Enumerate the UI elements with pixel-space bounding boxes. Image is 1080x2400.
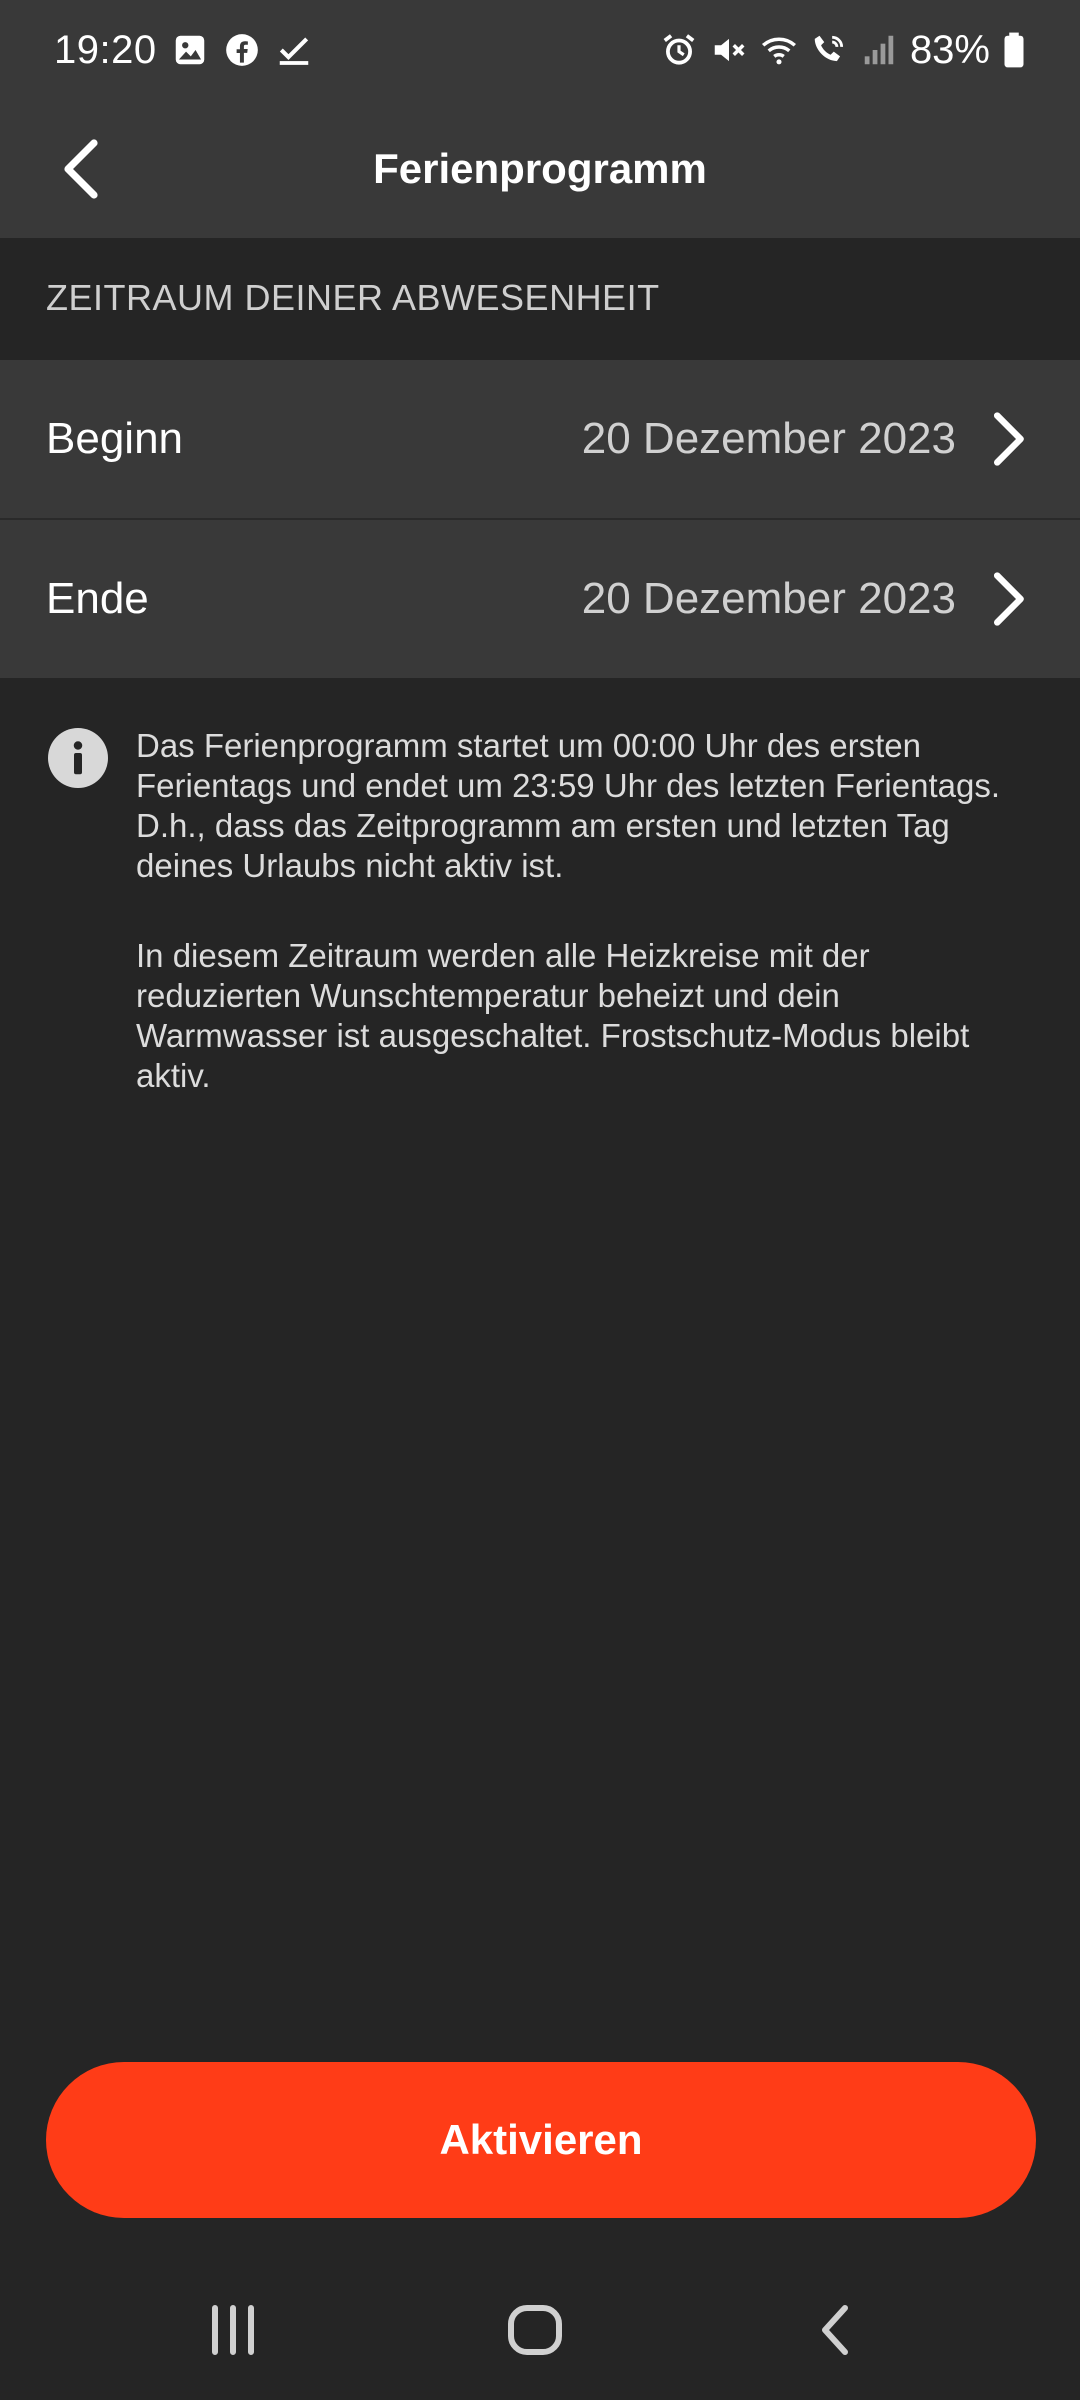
battery-percent: 83%	[909, 27, 990, 72]
app-bar: Ferienprogramm	[0, 100, 1080, 238]
back-button[interactable]	[40, 122, 120, 216]
status-left: 19:20	[54, 28, 313, 73]
status-bar: 19:20 83%	[0, 0, 1080, 100]
status-time: 19:20	[54, 27, 157, 72]
home-icon	[508, 2305, 562, 2355]
facebook-icon	[223, 31, 261, 69]
section-header: ZEITRAUM DEINER ABWESENHEIT	[0, 238, 1080, 358]
signal-icon	[860, 31, 898, 69]
system-back-button[interactable]	[792, 2300, 882, 2360]
alarm-icon	[660, 31, 698, 69]
activate-button[interactable]: Aktivieren	[46, 2062, 1036, 2218]
wifi-call-icon	[810, 31, 848, 69]
info-paragraph-2: In diesem Zeitraum werden alle Heizkreis…	[136, 937, 970, 1094]
page-title: Ferienprogramm	[373, 145, 707, 192]
chevron-right-icon	[990, 410, 1026, 468]
back-icon	[822, 2305, 848, 2355]
end-date-value: 20 Dezember 2023	[581, 574, 956, 623]
section-header-text: ZEITRAUM DEINER ABWESENHEIT	[46, 277, 660, 318]
wifi-icon	[760, 31, 798, 69]
begin-date-row[interactable]: Beginn 20 Dezember 2023	[0, 360, 1080, 518]
screen: 19:20 83% Ferienprogramm ZEITRAUM DEINER…	[0, 0, 1080, 2400]
end-label: Ende	[46, 574, 149, 623]
recent-apps-icon	[212, 2305, 254, 2355]
begin-label: Beginn	[46, 414, 184, 463]
status-right: 83%	[660, 28, 1026, 73]
chevron-left-icon	[64, 139, 98, 199]
activate-button-label: Aktivieren	[439, 2116, 643, 2163]
end-date-row[interactable]: Ende 20 Dezember 2023	[0, 520, 1080, 678]
gallery-icon	[171, 31, 209, 69]
begin-date-value: 20 Dezember 2023	[581, 414, 956, 463]
recent-apps-button[interactable]	[188, 2300, 278, 2360]
info-paragraph-1: Das Ferienprogramm startet um 00:00 Uhr …	[136, 727, 1001, 884]
chevron-right-icon	[990, 570, 1026, 628]
info-block: Das Ferienprogramm startet um 00:00 Uhr …	[48, 726, 1038, 1096]
mute-icon	[710, 31, 748, 69]
info-icon	[48, 728, 108, 788]
battery-icon	[1002, 31, 1026, 69]
home-button[interactable]	[490, 2300, 580, 2360]
check-icon	[275, 31, 313, 69]
system-nav-bar	[0, 2260, 1080, 2400]
info-texts: Das Ferienprogramm startet um 00:00 Uhr …	[136, 726, 1036, 1096]
